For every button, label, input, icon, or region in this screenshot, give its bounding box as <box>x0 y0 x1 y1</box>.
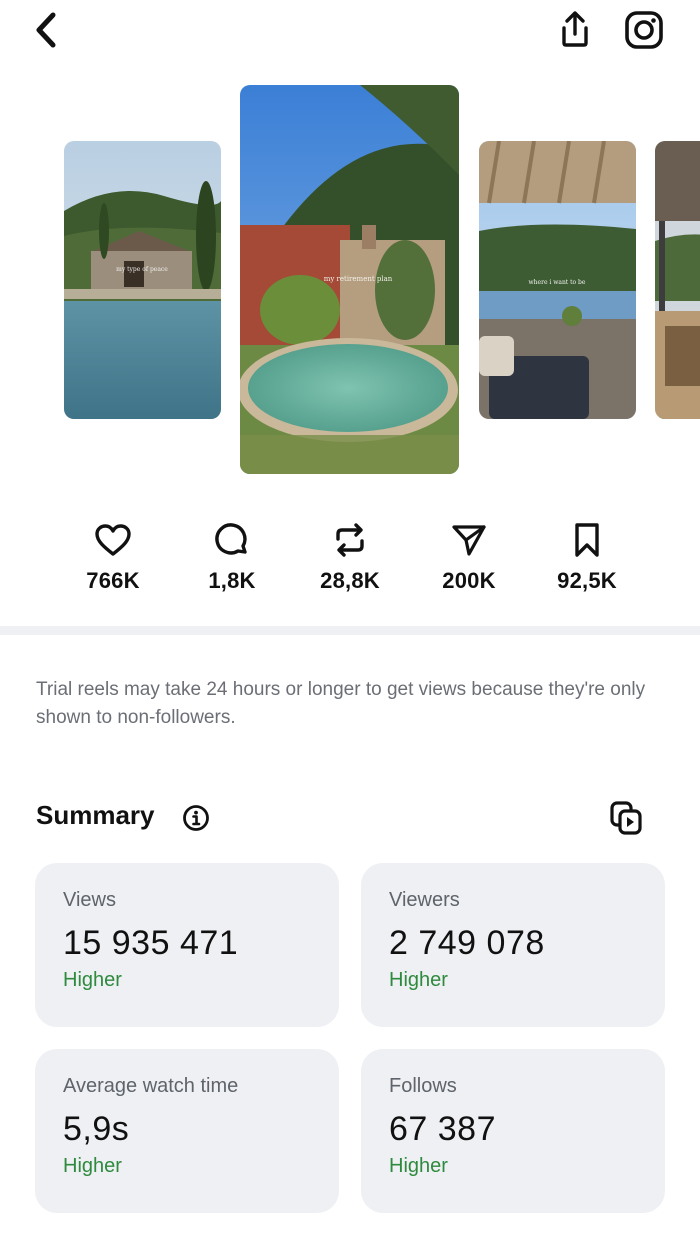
metric-label: Average watch time <box>63 1075 239 1097</box>
summary-title: Summary <box>36 800 155 830</box>
metric-value: 15 935 471 <box>63 924 239 962</box>
shares-stat[interactable]: 200K <box>409 520 529 594</box>
likes-count: 766K <box>86 568 140 593</box>
comment-icon <box>215 523 247 555</box>
send-icon <box>452 525 486 556</box>
chevron-left-icon <box>36 12 56 48</box>
reel-thumbnail-image: my retirement plan <box>240 85 459 474</box>
reel-thumbnail-image: where i want to be <box>479 141 636 419</box>
instagram-logo-icon <box>625 11 663 49</box>
metric-card-follows[interactable]: Follows 67 387 Higher <box>361 1049 665 1213</box>
trial-reels-notice: Trial reels may take 24 hours or longer … <box>36 679 646 728</box>
metric-label: Views <box>63 889 116 911</box>
info-icon <box>183 805 209 831</box>
heart-icon <box>95 524 131 556</box>
comments-count: 1,8K <box>208 568 256 593</box>
reel-thumbnail-3[interactable]: where i want to be <box>479 141 636 419</box>
metric-trend: Higher <box>389 1155 448 1177</box>
repost-icon <box>336 523 364 557</box>
comments-stat[interactable]: 1,8K <box>172 520 292 594</box>
metric-value: 5,9s <box>63 1110 130 1148</box>
saves-stat[interactable]: 92,5K <box>527 520 647 594</box>
reposts-stat[interactable]: 28,8K <box>290 520 410 594</box>
shares-count: 200K <box>442 568 496 593</box>
section-divider <box>0 626 700 635</box>
reel-thumbnail-1[interactable]: my type of peace <box>64 141 221 419</box>
saves-count: 92,5K <box>557 568 617 593</box>
reel-thumbnail-image: my type of peace <box>64 141 221 419</box>
reposts-count: 28,8K <box>320 568 380 593</box>
back-button[interactable] <box>24 10 68 50</box>
bookmark-icon <box>575 523 599 557</box>
metric-trend: Higher <box>63 969 122 991</box>
share-upload-icon <box>562 11 588 47</box>
metric-card-viewers[interactable]: Viewers 2 749 078 Higher <box>361 863 665 1027</box>
reel-thumbnail-2[interactable]: my retirement plan <box>240 85 459 474</box>
metric-value: 67 387 <box>389 1110 496 1148</box>
summary-action-button[interactable] <box>606 798 646 838</box>
reels-copy-icon <box>610 801 642 835</box>
reel-thumbnail-4[interactable] <box>655 141 700 419</box>
metric-card-views[interactable]: Views 15 935 471 Higher <box>35 863 339 1027</box>
metric-label: Viewers <box>389 889 460 911</box>
reel-thumbnail-caption: where i want to be <box>529 279 586 286</box>
metric-label: Follows <box>389 1075 457 1097</box>
likes-stat[interactable]: 766K <box>53 520 173 594</box>
reel-thumbnail-caption: my retirement plan <box>324 275 393 283</box>
share-button[interactable] <box>553 6 597 52</box>
reel-thumbnail-image <box>655 141 700 419</box>
metric-card-average-watch-time[interactable]: Average watch time 5,9s Higher <box>35 1049 339 1213</box>
metric-trend: Higher <box>63 1155 122 1177</box>
instagram-button[interactable] <box>622 8 666 52</box>
reel-thumbnail-caption: my type of peace <box>116 266 168 273</box>
summary-info-button[interactable] <box>180 802 212 834</box>
metric-value: 2 749 078 <box>389 924 545 962</box>
metric-trend: Higher <box>389 969 448 991</box>
